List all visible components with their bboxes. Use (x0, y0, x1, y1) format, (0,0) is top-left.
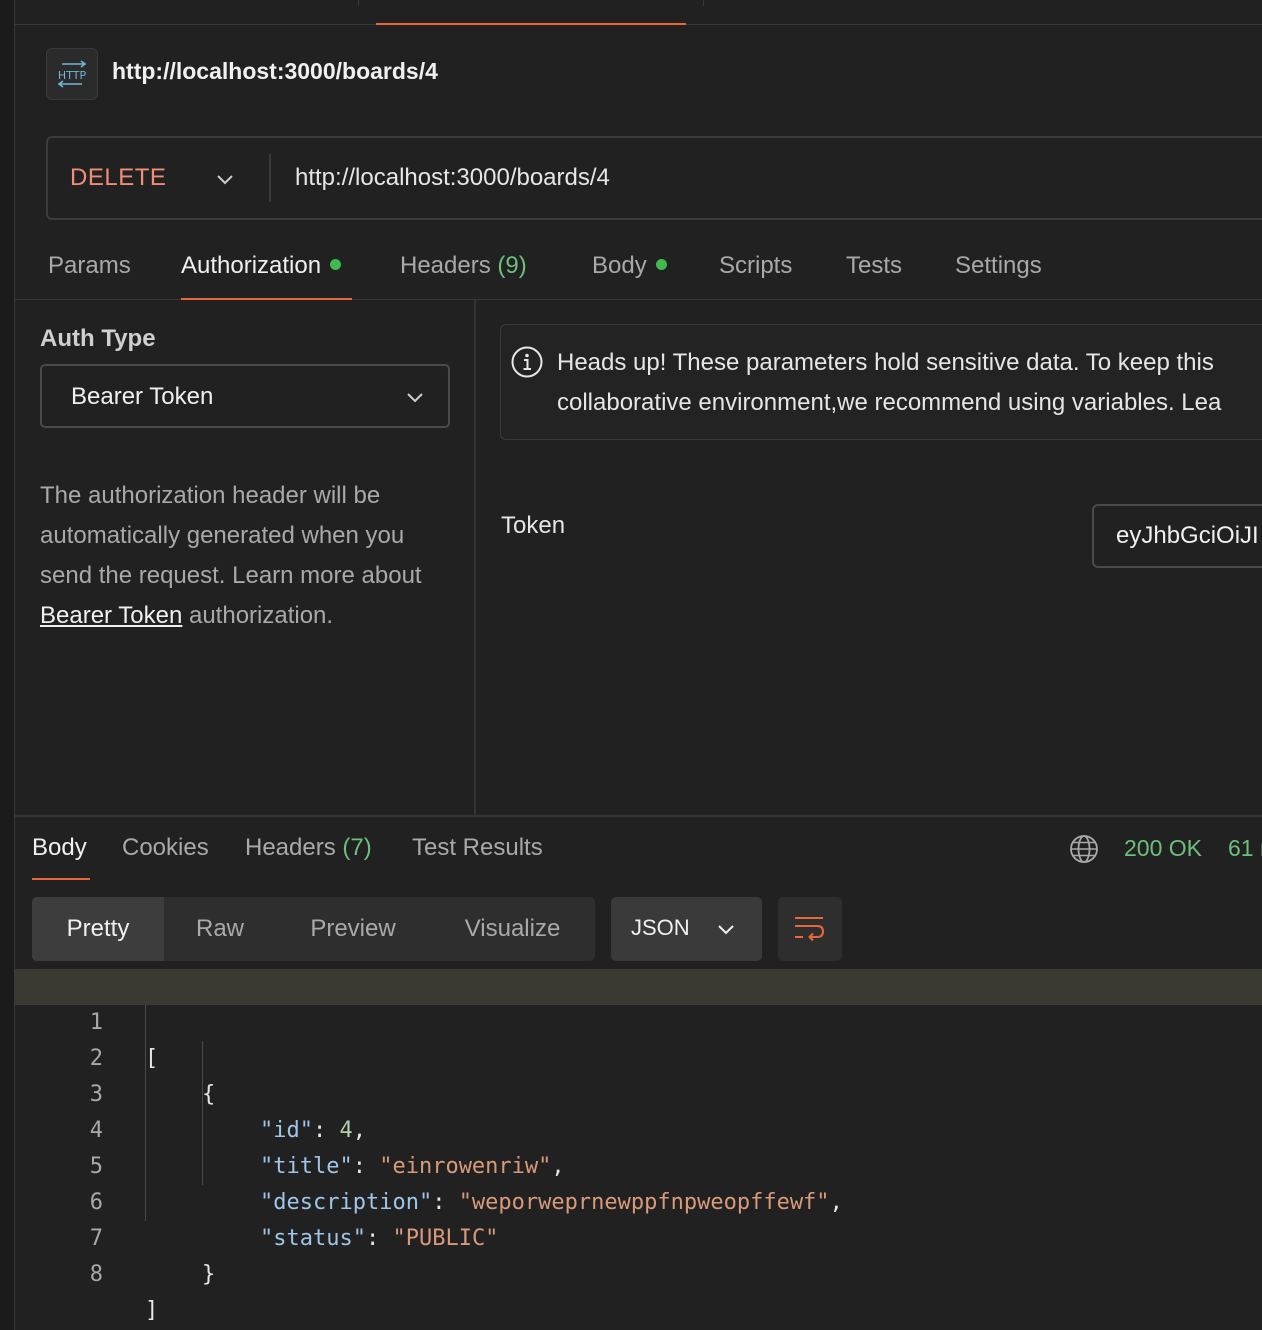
code-line: 2 { (15, 1005, 1262, 1107)
chevron-down-icon (718, 925, 734, 935)
sensitive-data-notice: Heads up! These parameters hold sensitiv… (500, 324, 1262, 440)
url-input[interactable]: http://localhost:3000/boards/4 (295, 164, 610, 192)
svg-text:HTTP: HTTP (58, 69, 87, 82)
globe-icon[interactable] (1068, 833, 1100, 865)
view-pretty-button[interactable]: Pretty (32, 897, 164, 961)
auth-description-text: authorization. (182, 602, 334, 629)
tab-tests[interactable]: Tests (846, 252, 902, 280)
code-line: 8 ] (15, 1221, 1262, 1323)
active-tab-underline (32, 878, 90, 880)
tab-count: (7) (342, 834, 372, 861)
json-punctuation: } (202, 1262, 216, 1287)
view-visualize-button[interactable]: Visualize (430, 897, 595, 961)
auth-type-select[interactable]: Bearer Token (40, 364, 450, 428)
top-tab-strip (15, 0, 1262, 25)
wrap-icon (795, 917, 825, 942)
pane-splitter[interactable] (474, 300, 476, 816)
tab-params[interactable]: Params (48, 252, 131, 280)
code-text: } (202, 1257, 215, 1293)
line-number: 8 (89, 1262, 103, 1287)
response-tab-cookies[interactable]: Cookies (122, 834, 209, 862)
auth-description: The authorization header will be automat… (40, 476, 460, 636)
response-tab-body[interactable]: Body (32, 834, 87, 862)
tab-label: Headers (400, 252, 491, 279)
wrap-lines-button[interactable] (778, 897, 842, 961)
tab-label: Settings (955, 252, 1042, 279)
token-label: Token (501, 512, 566, 539)
code-text: ] (145, 1293, 158, 1329)
response-body-editor[interactable]: 1 [ 2 { 3 "id": 4, 4 "title": "einrowenr… (15, 969, 1262, 1323)
tab-label: Scripts (719, 252, 793, 279)
code-line: 1 [ (15, 969, 1262, 1071)
tab-settings[interactable]: Settings (955, 252, 1042, 280)
request-title[interactable]: http://localhost:3000/boards/4 (112, 58, 438, 85)
token-input[interactable]: eyJhbGciOiJI (1092, 504, 1262, 568)
response-splitter[interactable] (15, 815, 1262, 817)
response-tab-headers[interactable]: Headers (7) (245, 834, 372, 862)
code-line: 7 } (15, 1185, 1262, 1287)
chevron-down-icon (407, 393, 423, 403)
tab-body[interactable]: Body (592, 252, 667, 280)
notice-text: Heads up! These parameters hold sensitiv… (557, 343, 1262, 423)
status-badge[interactable]: 200 OK (1124, 835, 1202, 862)
auth-description-text: The authorization header will be automat… (40, 482, 422, 589)
tab-label: Headers (245, 834, 336, 861)
json-punctuation: ] (145, 1298, 159, 1323)
url-divider (269, 154, 271, 202)
notice-line: collaborative environment,we recommend u… (557, 389, 1222, 416)
tab-separator (358, 0, 359, 6)
view-raw-button[interactable]: Raw (164, 897, 276, 961)
tab-headers[interactable]: Headers (9) (400, 252, 527, 280)
indent-guide (202, 1041, 203, 1185)
tab-label: Body (592, 252, 647, 279)
chevron-down-icon[interactable] (214, 168, 236, 190)
tab-scripts[interactable]: Scripts (719, 252, 792, 280)
url-bar: DELETE http://localhost:3000/boards/4 (46, 136, 1262, 220)
request-tabs: Params Authorization Headers (9) Body Sc… (15, 242, 1262, 300)
active-tab-underline (181, 298, 352, 300)
format-select[interactable]: JSON (611, 897, 762, 961)
response-time[interactable]: 61 r (1228, 835, 1262, 862)
indent-guide (145, 1005, 146, 1221)
auth-type-label: Auth Type (40, 325, 156, 352)
tab-separator (703, 0, 704, 6)
active-tab-indicator (376, 23, 686, 25)
modified-dot (330, 259, 342, 271)
http-icon: HTTP (46, 48, 98, 100)
left-gutter (0, 0, 15, 1330)
auth-type-value: Bearer Token (71, 383, 214, 410)
tab-label: Tests (846, 252, 903, 279)
tab-label: Authorization (181, 252, 322, 279)
tab-label: Params (48, 252, 131, 279)
tab-count: (9) (497, 252, 527, 279)
tab-authorization[interactable]: Authorization (181, 252, 342, 280)
modified-dot (655, 259, 667, 271)
view-mode-group: Pretty Raw Preview Visualize (32, 897, 595, 961)
notice-line: Heads up! These parameters hold sensitiv… (557, 349, 1214, 376)
token-value: eyJhbGciOiJI (1116, 522, 1259, 549)
info-icon (511, 346, 543, 378)
method-select[interactable]: DELETE (70, 164, 166, 192)
view-preview-button[interactable]: Preview (276, 897, 430, 961)
bearer-token-link[interactable]: Bearer Token (40, 602, 182, 629)
response-tab-test-results[interactable]: Test Results (412, 834, 543, 862)
format-value: JSON (631, 915, 690, 940)
